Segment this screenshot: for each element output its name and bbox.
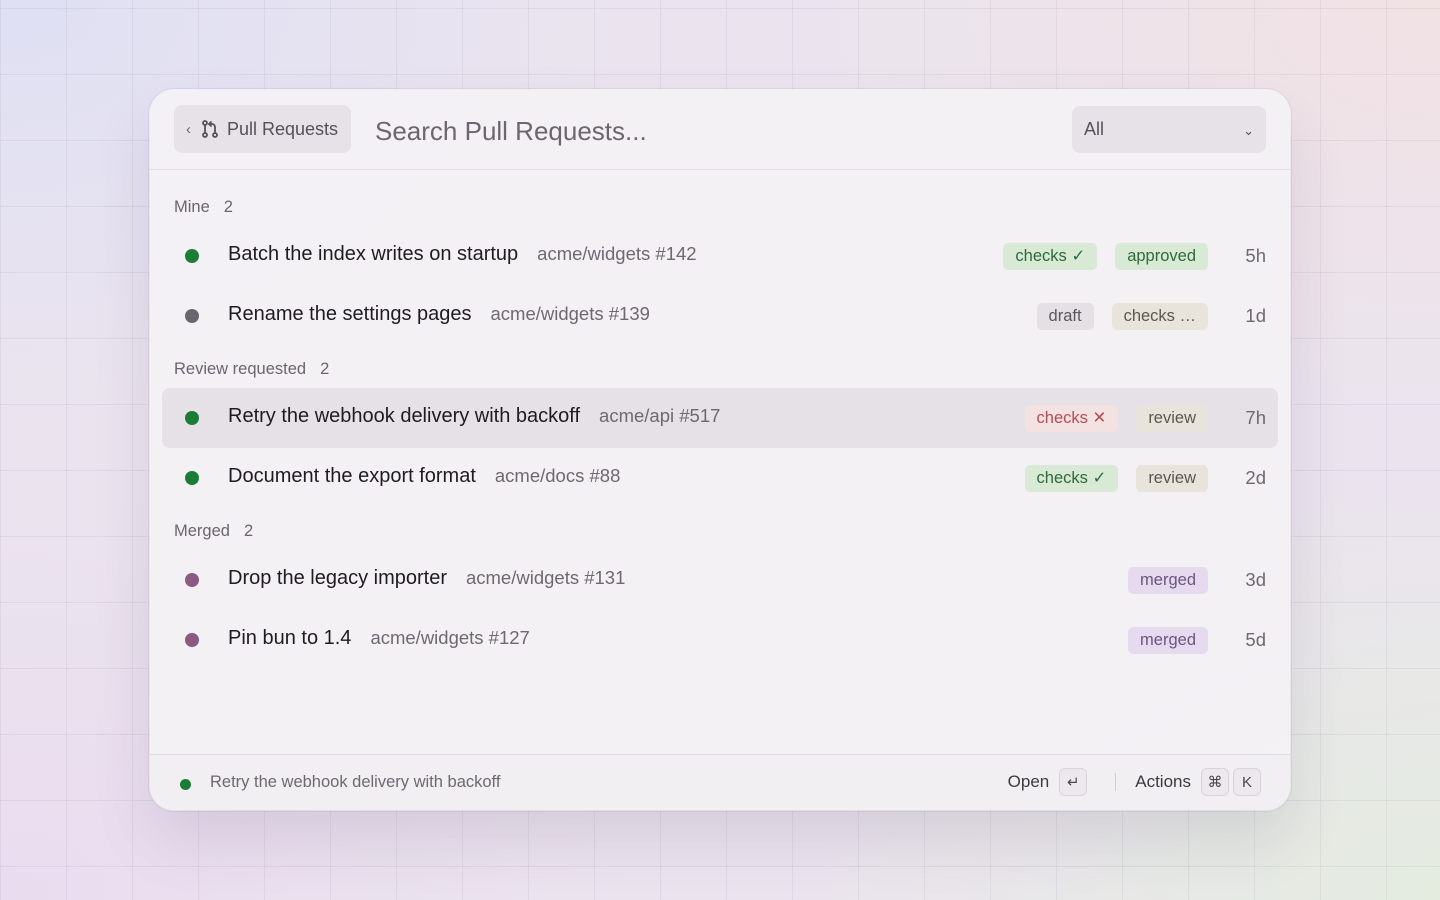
checks-badge: checks … (1111, 302, 1208, 330)
status-dot-open (185, 249, 199, 263)
pr-repo: acme/widgets #142 (537, 243, 697, 264)
merged-badge: merged (1128, 566, 1208, 594)
section-count: 2 (243, 522, 254, 540)
review-badge: review (1136, 464, 1208, 492)
checks-badge: checks ✕ (1024, 404, 1119, 432)
section-count: 2 (223, 198, 233, 216)
pr-age: 5d (1245, 629, 1266, 650)
open-label: Open (1007, 772, 1050, 791)
back-button[interactable]: ‹ Pull Requests (174, 105, 352, 153)
pr-repo: acme/widgets #127 (370, 627, 530, 648)
pr-age: 2d (1245, 467, 1266, 488)
list-item-selected[interactable]: Retry the webhook delivery with backoff a… (162, 388, 1278, 448)
pr-title: Drop the legacy importer (228, 567, 447, 589)
pr-title: Rename the settings pages (228, 303, 472, 325)
palette-footer: Retry the webhook delivery with backoff … (150, 754, 1290, 810)
list-item[interactable]: Batch the index writes on startup acme/wi… (162, 226, 1278, 286)
section-header-review-requested: Review requested 2 (174, 360, 329, 379)
pr-repo: acme/widgets #131 (465, 567, 626, 588)
list-item[interactable]: Pin bun to 1.4 acme/widgets #127 merged 5… (162, 610, 1278, 670)
section-count: 2 (320, 360, 330, 378)
section-header-merged: Merged 2 (174, 522, 253, 541)
list-item[interactable]: Drop the legacy importer acme/widgets #13… (162, 550, 1278, 610)
command-key-icon: ⌘ (1201, 768, 1229, 796)
search-input[interactable] (375, 112, 1025, 150)
open-action[interactable]: Open ↵ (1008, 768, 1088, 796)
footer-actions: Open ↵ Actions ⌘ K (1008, 768, 1261, 796)
status-dot-merged (185, 573, 199, 587)
checks-badge: checks ✓ (1024, 464, 1119, 492)
selected-item-title: Retry the webhook delivery with backoff (210, 773, 501, 791)
divider (1115, 773, 1117, 791)
pr-repo: acme/widgets #139 (490, 303, 650, 324)
filter-select[interactable]: All ⌄ (1072, 106, 1266, 153)
review-status-badge: approved (1115, 242, 1208, 270)
back-button-label: Pull Requests (227, 118, 339, 139)
status-dot-open (185, 471, 199, 485)
pr-repo: acme/docs #88 (494, 465, 621, 486)
pr-title: Pin bun to 1.4 (228, 627, 352, 649)
section-header-mine: Mine 2 (174, 198, 233, 217)
status-dot-open (180, 779, 191, 790)
pr-age: 7h (1245, 407, 1266, 428)
section-label: Mine (174, 198, 210, 216)
pr-title: Retry the webhook delivery with backoff (228, 405, 581, 427)
k-key: K (1233, 768, 1261, 796)
chevron-left-icon: ‹ (186, 120, 191, 138)
enter-key-icon: ↵ (1059, 768, 1088, 796)
filter-value: All (1084, 119, 1105, 139)
actions-label: Actions (1135, 772, 1191, 791)
checks-badge: checks ✓ (1003, 242, 1098, 270)
chevron-down-icon: ⌄ (1243, 123, 1254, 138)
pr-title: Document the export format (228, 465, 476, 487)
pr-age: 3d (1245, 569, 1266, 590)
status-dot-draft (185, 309, 199, 323)
palette-header: ‹ Pull Requests All ⌄ (150, 90, 1290, 170)
pr-age: 5h (1245, 245, 1266, 266)
pr-age: 1d (1245, 305, 1266, 326)
actions-action[interactable]: Actions ⌘ K (1135, 768, 1261, 796)
list-item[interactable]: Rename the settings pages acme/widgets #1… (162, 286, 1278, 346)
merged-badge: merged (1128, 626, 1208, 654)
status-dot-merged (185, 633, 199, 647)
section-label: Review requested (174, 360, 307, 378)
pr-repo: acme/api #517 (599, 405, 721, 426)
review-badge: review (1136, 404, 1208, 432)
list-item[interactable]: Document the export format acme/docs #88 … (162, 448, 1278, 508)
status-dot-open (185, 411, 199, 425)
pull-request-icon (200, 119, 220, 139)
pr-title: Batch the index writes on startup (228, 243, 519, 265)
command-palette: ‹ Pull Requests All ⌄ Mine 2 (150, 90, 1290, 810)
draft-badge: draft (1036, 302, 1094, 330)
section-label: Merged (174, 522, 230, 540)
